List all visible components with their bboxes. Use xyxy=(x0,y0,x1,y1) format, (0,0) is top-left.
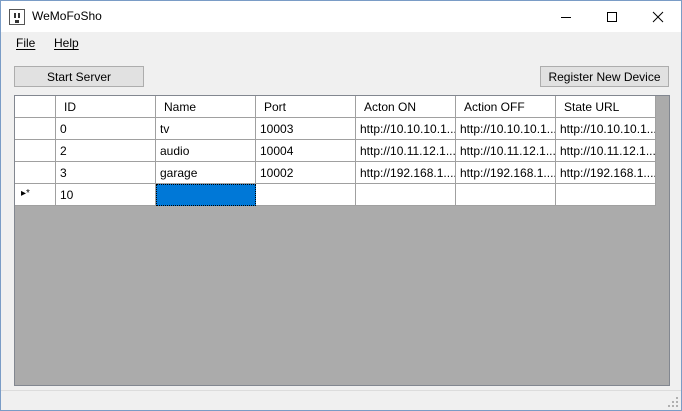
new-row-marker[interactable]: ▸* xyxy=(15,184,56,206)
close-button[interactable] xyxy=(635,1,681,32)
new-cell-name[interactable] xyxy=(156,184,256,206)
cell-action-on[interactable]: http://192.168.1.... xyxy=(356,162,456,184)
start-server-button[interactable]: Start Server xyxy=(14,66,144,87)
cell-port[interactable]: 10002 xyxy=(256,162,356,184)
column-header-name[interactable]: Name xyxy=(156,96,256,118)
cell-port[interactable]: 10004 xyxy=(256,140,356,162)
plug-icon xyxy=(9,9,25,25)
new-cell-id[interactable]: 10 xyxy=(56,184,156,206)
cell-id[interactable]: 3 xyxy=(56,162,156,184)
menu-help[interactable]: Help xyxy=(54,36,79,50)
table-row[interactable]: 2 audio 10004 http://10.11.12.1... http:… xyxy=(15,140,656,162)
cell-name[interactable]: tv xyxy=(156,118,256,140)
maximize-icon xyxy=(607,11,617,22)
register-device-button[interactable]: Register New Device xyxy=(540,66,669,87)
table-row[interactable]: 0 tv 10003 http://10.10.10.1... http://1… xyxy=(15,118,656,140)
cell-name[interactable]: garage xyxy=(156,162,256,184)
minimize-icon xyxy=(561,16,571,18)
row-header[interactable] xyxy=(15,118,56,140)
table-row[interactable]: 3 garage 10002 http://192.168.1.... http… xyxy=(15,162,656,184)
cell-name[interactable]: audio xyxy=(156,140,256,162)
row-header[interactable] xyxy=(15,140,56,162)
new-cell-action-on[interactable] xyxy=(356,184,456,206)
plug-prong-left xyxy=(14,13,16,18)
cell-state-url[interactable]: http://10.11.12.1... xyxy=(556,140,656,162)
cell-action-off[interactable]: http://192.168.1.... xyxy=(456,162,556,184)
status-bar xyxy=(1,390,681,410)
grid-header-row: ID Name Port Acton ON Action OFF State U… xyxy=(15,96,656,118)
cell-state-url[interactable]: http://10.10.10.1... xyxy=(556,118,656,140)
window-title: WeMoFoSho xyxy=(32,9,102,23)
menu-file[interactable]: File xyxy=(16,36,35,50)
cell-id[interactable]: 2 xyxy=(56,140,156,162)
column-header-port[interactable]: Port xyxy=(256,96,356,118)
menu-bar: File Help xyxy=(1,32,681,54)
column-header-id[interactable]: ID xyxy=(56,96,156,118)
cell-port[interactable]: 10003 xyxy=(256,118,356,140)
maximize-button[interactable] xyxy=(589,1,635,32)
cell-action-on[interactable]: http://10.11.12.1... xyxy=(356,140,456,162)
column-header-state-url[interactable]: State URL xyxy=(556,96,656,118)
cell-state-url[interactable]: http://192.168.1.... xyxy=(556,162,656,184)
device-grid[interactable]: ID Name Port Acton ON Action OFF State U… xyxy=(14,95,670,386)
minimize-button[interactable] xyxy=(543,1,589,32)
column-header-action-off[interactable]: Action OFF xyxy=(456,96,556,118)
plug-base xyxy=(15,20,19,23)
new-cell-action-off[interactable] xyxy=(456,184,556,206)
cell-id[interactable]: 0 xyxy=(56,118,156,140)
new-cell-port[interactable] xyxy=(256,184,356,206)
new-row[interactable]: ▸* 10 xyxy=(15,184,656,206)
cell-action-off[interactable]: http://10.11.12.1... xyxy=(456,140,556,162)
cell-action-on[interactable]: http://10.10.10.1... xyxy=(356,118,456,140)
resize-grip-icon[interactable] xyxy=(667,396,679,408)
column-header-action-on[interactable]: Acton ON xyxy=(356,96,456,118)
plug-prong-right xyxy=(18,13,20,18)
new-cell-state-url[interactable] xyxy=(556,184,656,206)
row-header-corner[interactable] xyxy=(15,96,56,118)
row-header[interactable] xyxy=(15,162,56,184)
close-icon xyxy=(652,11,664,22)
cell-action-off[interactable]: http://10.10.10.1... xyxy=(456,118,556,140)
title-bar[interactable]: WeMoFoSho xyxy=(1,1,681,32)
app-window: WeMoFoSho File Help Start Server Registe… xyxy=(0,0,682,411)
